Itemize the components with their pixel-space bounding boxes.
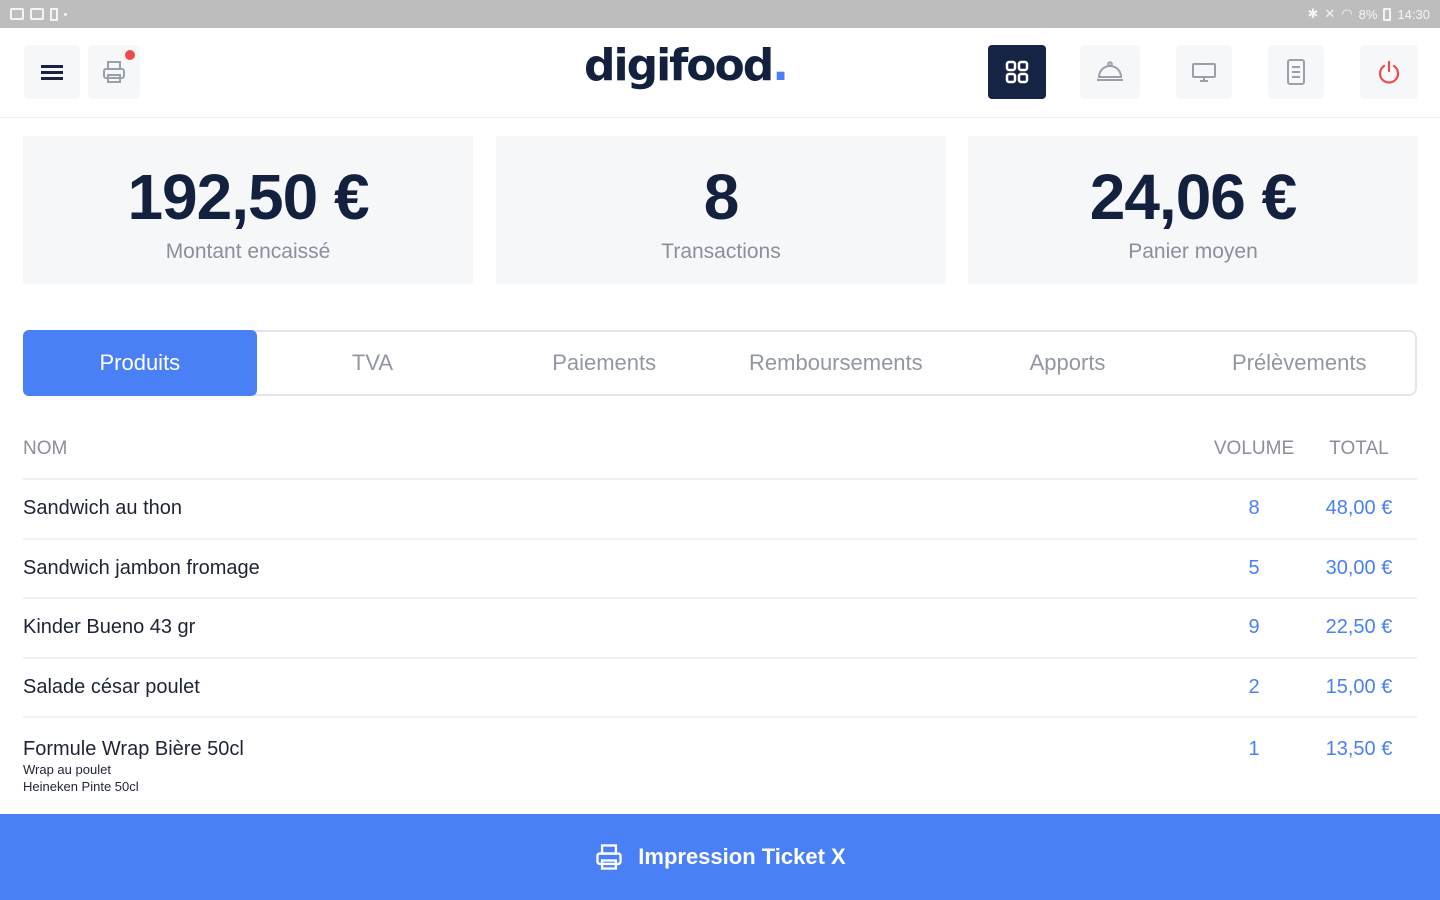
product-name: Salade césar poulet bbox=[23, 675, 200, 698]
status-right: ✱ ✕ ◠ 8% 14:30 bbox=[1308, 6, 1431, 22]
kpi-average-value: 24,06 € bbox=[1089, 161, 1298, 233]
tab-remboursements[interactable]: Remboursements bbox=[720, 332, 952, 394]
battery-percentage: 8% bbox=[1358, 6, 1378, 22]
status-bar: ✱ ✕ ◠ 8% 14:30 bbox=[0, 0, 1440, 28]
printer-icon bbox=[103, 61, 125, 83]
product-volume: 5 bbox=[1248, 556, 1260, 579]
app-header: digifood. bbox=[0, 28, 1440, 118]
product-name: Sandwich jambon fromage bbox=[23, 556, 260, 579]
more-notifications-icon bbox=[64, 12, 67, 16]
product-volume: 2 bbox=[1248, 675, 1260, 698]
report-tabs: Produits TVA Paiements Remboursements Ap… bbox=[23, 330, 1417, 396]
product-total: 13,50 € bbox=[1325, 738, 1393, 760]
digifood-logo: digifood. bbox=[584, 40, 789, 91]
display-button[interactable] bbox=[1176, 45, 1232, 99]
printer-status-button[interactable] bbox=[88, 45, 140, 99]
status-left bbox=[10, 7, 67, 21]
table-row[interactable]: Sandwich jambon fromage 5 30,00 € bbox=[23, 540, 1417, 599]
product-total: 22,50 € bbox=[1325, 616, 1393, 639]
product-name: Kinder Bueno 43 gr bbox=[23, 616, 196, 639]
grid-icon bbox=[1005, 60, 1029, 84]
tab-tva[interactable]: TVA bbox=[257, 332, 489, 394]
logout-button[interactable] bbox=[1360, 45, 1418, 99]
kpi-amount-value: 192,50 € bbox=[127, 161, 369, 233]
table-row[interactable]: Salade césar poulet 2 15,00 € bbox=[23, 659, 1417, 718]
product-total: 48,00 € bbox=[1325, 497, 1393, 520]
product-name-cell: Formule Wrap Bière 50cl Wrap au poulet H… bbox=[23, 738, 1199, 795]
header-name: NOM bbox=[23, 438, 68, 459]
mute-icon: ✕ bbox=[1324, 6, 1336, 21]
products-table: NOM VOLUME TOTAL Sandwich au thon 8 48,0… bbox=[23, 420, 1417, 798]
kpi-card-average-basket: 24,06 € Panier moyen bbox=[968, 136, 1418, 284]
gallery-notification-icon bbox=[10, 8, 24, 20]
product-name: Sandwich au thon bbox=[23, 497, 183, 520]
power-icon bbox=[1378, 60, 1400, 84]
menu-icon bbox=[41, 65, 63, 80]
product-volume: 8 bbox=[1248, 497, 1260, 520]
device-notification-icon bbox=[50, 7, 58, 21]
food-cloche-icon bbox=[1097, 61, 1123, 81]
bluetooth-icon: ✱ bbox=[1307, 6, 1319, 21]
printer-icon bbox=[596, 844, 622, 870]
tab-apports[interactable]: Apports bbox=[952, 332, 1184, 394]
kpi-amount-label: Montant encaissé bbox=[165, 240, 331, 263]
clock: 14:30 bbox=[1397, 6, 1430, 22]
tab-paiements[interactable]: Paiements bbox=[488, 332, 720, 394]
product-total: 30,00 € bbox=[1325, 556, 1393, 579]
printer-alert-badge bbox=[125, 50, 135, 60]
kpi-card-amount: 192,50 € Montant encaissé bbox=[23, 136, 473, 284]
table-row[interactable]: Kinder Bueno 43 gr 9 22,50 € bbox=[23, 599, 1417, 659]
tab-prelevements[interactable]: Prélèvements bbox=[1183, 332, 1415, 394]
product-volume: 1 bbox=[1248, 738, 1260, 760]
battery-icon bbox=[1383, 7, 1392, 21]
receipt-icon bbox=[1287, 59, 1305, 85]
photo-notification-icon bbox=[30, 8, 44, 20]
kpi-transactions-label: Transactions bbox=[661, 240, 781, 263]
table-header: NOM VOLUME TOTAL bbox=[23, 420, 1417, 480]
header-total: TOTAL bbox=[1329, 438, 1389, 459]
kpi-transactions-value: 8 bbox=[703, 161, 740, 233]
tab-produits[interactable]: Produits bbox=[23, 330, 257, 396]
kpi-card-transactions: 8 Transactions bbox=[496, 136, 946, 284]
print-ticket-x-button[interactable]: Impression Ticket X bbox=[0, 814, 1440, 900]
product-volume: 9 bbox=[1248, 616, 1260, 639]
wifi-icon: ◠ bbox=[1341, 6, 1353, 21]
kpi-average-label: Panier moyen bbox=[1128, 240, 1258, 263]
header-volume: VOLUME bbox=[1213, 438, 1295, 459]
print-ticket-x-label: Impression Ticket X bbox=[638, 844, 846, 869]
reports-button[interactable] bbox=[1268, 45, 1324, 99]
monitor-icon bbox=[1192, 63, 1216, 82]
product-name: Formule Wrap Bière 50cl bbox=[23, 738, 244, 760]
table-row[interactable]: Sandwich au thon 8 48,00 € bbox=[23, 480, 1417, 540]
product-detail: Wrap au poulet bbox=[23, 762, 111, 777]
table-row[interactable]: Formule Wrap Bière 50cl Wrap au poulet H… bbox=[23, 718, 1417, 798]
orders-button[interactable] bbox=[1080, 45, 1140, 99]
product-total: 15,00 € bbox=[1325, 675, 1393, 698]
dashboard-button[interactable] bbox=[988, 45, 1046, 99]
product-detail: Heineken Pinte 50cl bbox=[23, 779, 139, 794]
menu-button[interactable] bbox=[24, 45, 80, 99]
